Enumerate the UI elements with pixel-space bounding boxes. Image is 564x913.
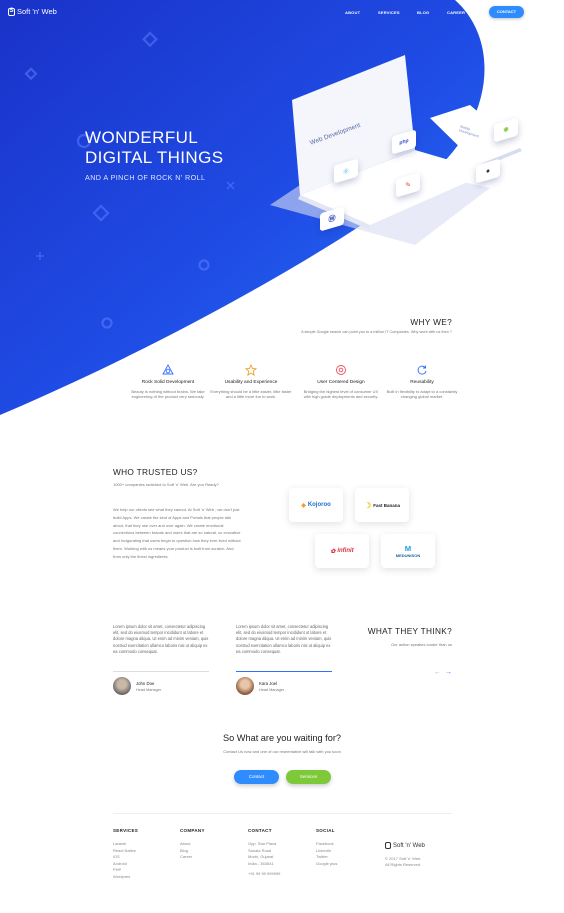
author-role: Head Manager <box>136 687 162 692</box>
footer-link[interactable]: About <box>180 841 205 848</box>
cta-subtitle: Contact Us now and one of our reseentati… <box>223 749 341 754</box>
feature-title: Reusability <box>410 380 434 385</box>
address-line: Opp. Star Plaza <box>248 841 277 846</box>
footer-heading: CONTACT <box>248 828 272 833</box>
social-link-twitter[interactable]: Twitter <box>316 854 337 861</box>
client-logo-kojoroo: ◆ Kojoroo <box>289 488 343 522</box>
kojoroo-mark-icon: ◆ <box>301 502 306 509</box>
copyright: © 2017 Soft 'n' Web. All Rights Reserved… <box>385 856 445 867</box>
feature-title: Usability and Experience <box>224 380 278 385</box>
testimonials-subtitle: Our action speakes louder than us <box>391 642 452 647</box>
footer-link[interactable]: Blog <box>180 848 205 855</box>
cta-services-button[interactable]: Services <box>286 770 331 784</box>
hero-title: WONDERFUL DIGITAL THINGS <box>85 128 223 168</box>
footer-logo[interactable]: Soft 'n' Web <box>385 842 425 849</box>
infinit-mark-icon: ✿ <box>330 548 336 555</box>
logo-icon: S <box>8 7 15 16</box>
trust-title: WHO TRUSTED US? <box>113 467 198 477</box>
feature-text: Beauty is nothing without brains. We tak… <box>131 389 205 400</box>
carousel-arrows: ←→ <box>434 669 456 676</box>
footer-divider <box>113 813 452 814</box>
testimonial-divider-active <box>236 671 332 672</box>
medunison-mark-icon: ᴍ <box>404 543 412 553</box>
hero-subtitle: AND A PINCH OF ROCK N' ROLL <box>85 173 206 182</box>
social-link-facebook[interactable]: Facebook <box>316 841 337 848</box>
footer-link[interactable]: Laravel <box>113 841 138 848</box>
why-title: WHY WE? <box>410 317 452 327</box>
social-link-linkedin[interactable]: LinkedIn <box>316 848 337 855</box>
hero-section <box>0 0 564 420</box>
nav-item-services[interactable]: SERVICES <box>378 10 400 15</box>
phone-number[interactable]: +91 99 99 999999 <box>248 871 280 878</box>
feature-text: Everything should be a little easier, li… <box>210 389 292 400</box>
logo-icon <box>385 842 391 849</box>
testimonial-author: Kara Joel Head Manager <box>236 677 284 695</box>
why-subtitle: A simple Google search can point you to … <box>301 330 452 334</box>
testimonial-author: John Doe Head Manager <box>113 677 161 695</box>
feature-card: Rock Solid Development Beauty is nothing… <box>127 364 209 400</box>
footer-heading: SOCIAL <box>316 828 335 833</box>
address-line: India - 363641 <box>248 860 274 866</box>
target-icon <box>300 364 382 378</box>
client-logo-infinit: ✿ infinit <box>315 534 369 568</box>
address-line: Morbi, Gujarat <box>248 854 274 860</box>
nav-item-about[interactable]: ABOUT <box>345 10 360 15</box>
feature-text: Bridging the highest level of consumer U… <box>303 389 379 400</box>
nav-contact-button[interactable]: CONTACT <box>489 6 524 18</box>
footer-company: COMPANY About Blog Career <box>180 828 205 861</box>
star-icon <box>210 363 292 378</box>
arrow-right-icon[interactable]: → <box>445 669 456 676</box>
feature-title: User Centered Design <box>317 380 365 385</box>
copyright-line2: All Rights Reserved. <box>385 861 422 867</box>
brand-name: Soft 'n' Web <box>17 7 57 16</box>
cta-title: So What are you waiting for? <box>223 733 341 743</box>
footer-link[interactable]: React Native <box>113 848 138 855</box>
feature-text: Built in flexibility to adapt to a const… <box>386 389 458 400</box>
feature-title: Rock Solid Development <box>141 380 195 385</box>
feature-card: Reusability Built in flexibility to adap… <box>381 364 463 400</box>
top-navbar: S Soft 'n' Web ABOUT SERVICES BLOG CAREE… <box>0 0 564 26</box>
cta-contact-button[interactable]: Contact <box>234 770 279 784</box>
refresh-icon <box>381 364 463 378</box>
footer-heading: COMPANY <box>180 828 205 833</box>
hero-title-line1: WONDERFUL <box>85 128 199 147</box>
trust-subtitle: 1000+ companies switched to Soft 'n' Web… <box>113 482 219 487</box>
testimonials-title: WHAT THEY THINK? <box>367 626 452 636</box>
arrow-left-icon[interactable]: ← <box>434 669 445 676</box>
testimonial-divider <box>113 671 209 672</box>
client-logo-fast-banana: ☽ Fast Banana <box>355 488 409 522</box>
banana-icon: ☽ <box>364 500 372 510</box>
footer-contact: CONTACT Opp. Star Plaza Sanala Road Morb… <box>248 828 280 878</box>
brand-logo[interactable]: S Soft 'n' Web <box>8 7 57 16</box>
footer-brand-name: Soft 'n' Web <box>393 842 425 849</box>
trust-body: We help our clients see what they cannot… <box>113 507 241 559</box>
author-name: Kara Joel <box>259 680 278 686</box>
testimonial-text: Lorem ipsum dolor sit amet, consectetur … <box>236 624 332 654</box>
hero-title-line2: DIGITAL THINGS <box>85 148 224 167</box>
network-icon <box>127 364 209 378</box>
feature-card: User Centered Design Bridging the highes… <box>300 364 382 400</box>
author-role: Head Manager <box>259 687 285 692</box>
hero-background <box>0 0 522 415</box>
social-link-google[interactable]: Google plus <box>316 861 337 868</box>
footer-link[interactable]: Career <box>180 854 205 861</box>
footer-link[interactable]: PHP <box>113 867 138 874</box>
footer-social: SOCIAL Facebook LinkedIn Twitter Google … <box>316 828 337 867</box>
avatar <box>113 677 131 695</box>
footer-link[interactable]: iOS <box>113 854 138 861</box>
footer-link[interactable]: Wordpres <box>113 874 138 881</box>
footer-link[interactable]: Android <box>113 861 138 868</box>
address-line: Sanala Road <box>248 847 272 853</box>
footer-heading: SERVICES <box>113 828 139 833</box>
author-name: John Doe <box>136 680 155 686</box>
client-logo-medunison: ᴍ MEDUNISON <box>381 534 435 568</box>
avatar <box>236 677 254 695</box>
footer-services: SERVICES Laravel React Native iOS Androi… <box>113 828 138 881</box>
nav-item-career[interactable]: CAREER <box>447 10 465 15</box>
testimonial-text: Lorem ipsum dolor sit amet, consectetur … <box>113 624 209 654</box>
feature-card: Usability and Experience Everything shou… <box>210 363 292 400</box>
nav-item-blog[interactable]: BLOG <box>417 10 429 15</box>
